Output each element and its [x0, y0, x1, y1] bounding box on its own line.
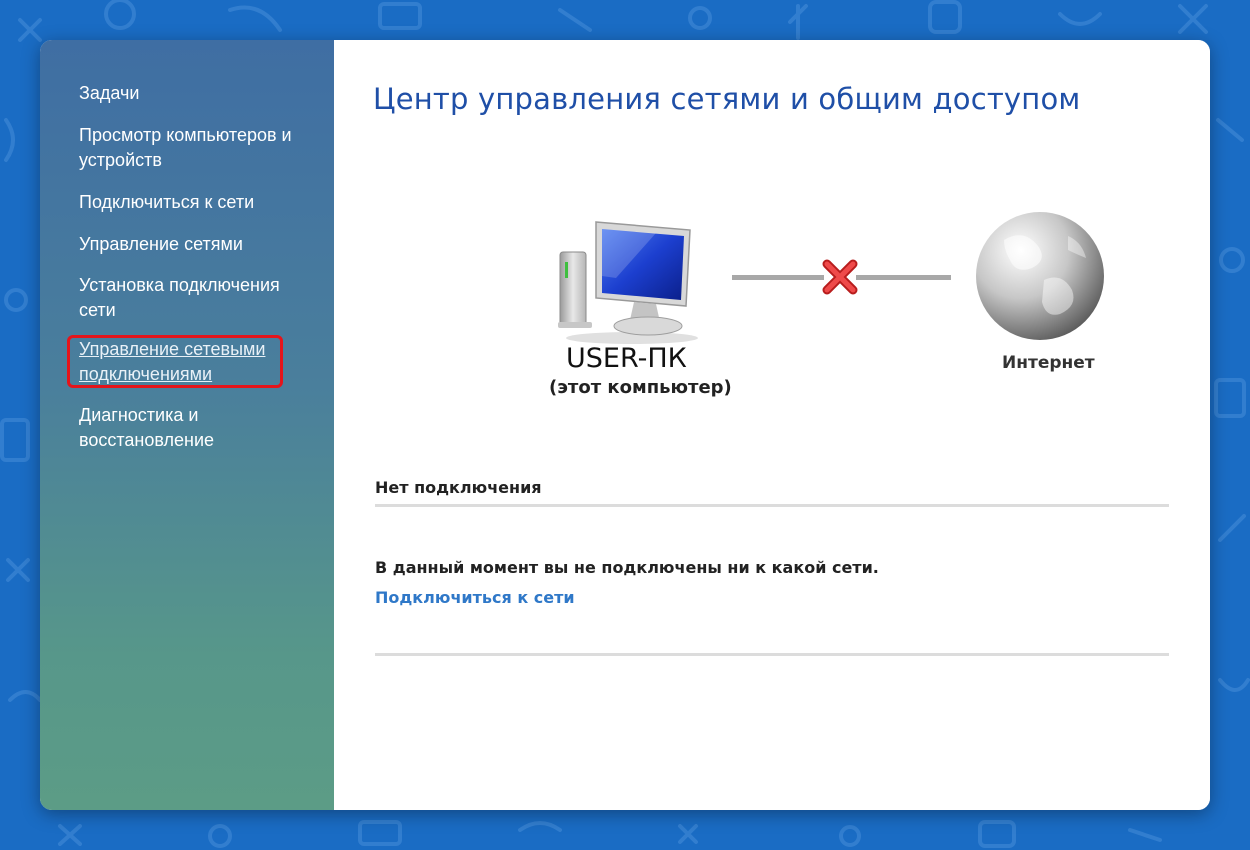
sidebar-item-view-computers[interactable]: Просмотр компьютеров и устройств [79, 123, 309, 173]
highlight-frame [67, 335, 283, 388]
globe-icon[interactable] [974, 210, 1106, 342]
connection-line [856, 275, 951, 280]
section-title: Нет подключения [375, 478, 542, 497]
network-center-window: Задачи Просмотр компьютеров и устройств … [40, 40, 1210, 810]
sidebar-title: Задачи [79, 83, 140, 103]
connect-to-network-link[interactable]: Подключиться к сети [375, 588, 575, 607]
status-text: В данный момент вы не подключены ни к ка… [375, 558, 879, 577]
sidebar-item-manage-networks[interactable]: Управление сетями [79, 232, 309, 257]
computer-name: USER-ПК [566, 343, 687, 374]
sidebar-item-connect-network[interactable]: Подключиться к сети [79, 190, 309, 215]
sidebar-item-setup-connection[interactable]: Установка подключения сети [79, 273, 309, 323]
main-panel: Центр управления сетями и общим доступом [334, 40, 1210, 810]
divider [375, 653, 1169, 656]
x-mark-icon[interactable] [821, 258, 859, 296]
sidebar-item-diagnostics[interactable]: Диагностика и восстановление [79, 403, 309, 453]
page-title: Центр управления сетями и общим доступом [373, 82, 1081, 116]
divider [375, 504, 1169, 507]
computer-icon[interactable] [556, 218, 708, 346]
connection-line [732, 275, 824, 280]
tasks-sidebar: Задачи Просмотр компьютеров и устройств … [40, 40, 334, 810]
computer-subtitle: (этот компьютер) [549, 377, 732, 398]
internet-label: Интернет [1002, 353, 1095, 373]
